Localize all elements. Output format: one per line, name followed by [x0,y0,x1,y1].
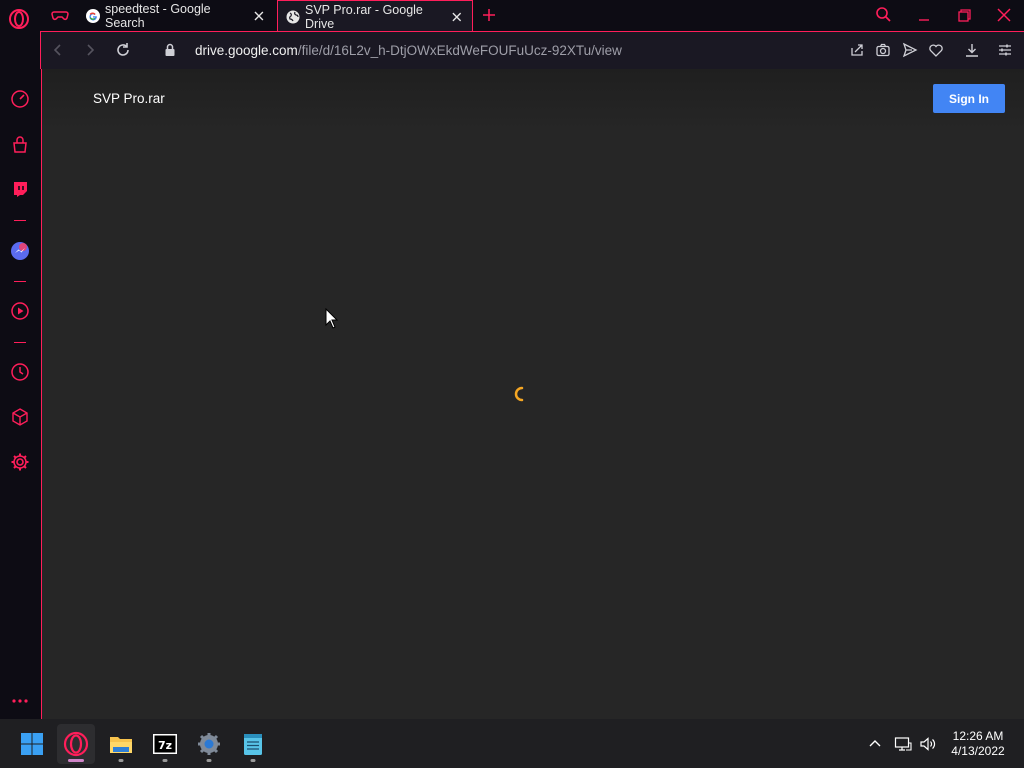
chevron-up-icon[interactable] [866,735,884,753]
tab-title: speedtest - Google Search [105,1,211,30]
shopping-bag-icon[interactable] [10,135,30,155]
globe-icon [286,10,300,23]
sidebar [0,69,40,719]
mouse-cursor-icon [325,308,339,329]
extensions-cube-icon[interactable] [10,407,30,427]
taskbar-clock[interactable]: 12:26 AM 4/13/2022 [944,729,1012,759]
taskbar: 7z 12:26 AM 4/13/2022 [0,719,1024,768]
tab-title: SVP Pro.rar - Google Drive [305,2,423,31]
taskbar-7zip[interactable]: 7z [146,724,184,764]
folder-icon [110,737,132,753]
file-title: SVP Pro.rar [93,91,165,106]
easy-setup-icon[interactable] [997,42,1013,58]
page-content: SVP Pro.rar Sign In [41,69,1024,719]
url-field[interactable]: drive.google.com/file/d/16L2v_h-DtjOWxEk… [195,43,622,58]
back-icon[interactable] [49,41,67,59]
settings-gear-icon[interactable] [10,452,30,472]
share-icon[interactable] [849,42,865,58]
messenger-icon[interactable] [10,241,30,261]
network-icon[interactable] [894,735,912,753]
restore-icon[interactable] [953,5,975,25]
clock-time: 12:26 AM [952,729,1004,743]
more-dots-icon[interactable] [10,691,30,711]
google-g-icon [86,8,100,23]
sidebar-separator [14,281,26,282]
send-icon[interactable] [902,42,918,58]
new-tab-icon[interactable] [480,6,498,24]
notepad-icon [244,734,262,755]
minimize-icon[interactable] [913,5,935,25]
taskbar-file-explorer[interactable] [102,724,140,764]
player-icon[interactable] [10,301,30,321]
taskbar-notepad[interactable] [234,724,272,764]
lock-icon[interactable] [161,41,179,59]
forward-icon[interactable] [81,41,99,59]
url-host: drive.google.com [195,43,298,58]
running-indicator [250,759,256,762]
start-button[interactable] [13,724,51,764]
clock-date: 4/13/2022 [951,744,1005,758]
opera-gx-logo-icon[interactable] [8,8,30,30]
loading-spinner-icon [514,386,524,402]
close-icon[interactable] [252,9,266,23]
running-indicator [206,759,212,762]
settings-icon [198,733,220,755]
gamepad-icon[interactable] [50,5,70,25]
screen: speedtest - Google Search SVP Pro.rar - … [0,0,1024,768]
sidebar-separator [14,220,26,221]
running-indicator [118,759,124,762]
tab-strip: speedtest - Google Search SVP Pro.rar - … [0,0,1024,32]
url-path: /file/d/16L2v_h-DtjOWxEkdWeFOUFuUcz-92XT… [297,43,622,58]
heart-icon[interactable] [928,42,944,58]
reload-icon[interactable] [114,41,132,59]
windows-logo-icon [21,733,43,755]
tab-speedtest[interactable]: speedtest - Google Search [78,0,274,31]
svg-text:7z: 7z [158,739,172,752]
close-icon[interactable] [450,10,464,24]
twitch-icon[interactable] [10,179,30,199]
speedometer-icon[interactable] [10,89,30,109]
7zip-icon: 7z [153,734,177,754]
download-icon[interactable] [964,42,980,58]
drive-header: SVP Pro.rar Sign In [42,69,1024,131]
history-clock-icon[interactable] [10,362,30,382]
camera-icon[interactable] [875,42,891,58]
search-tabs-icon[interactable] [873,5,895,25]
volume-icon[interactable] [919,735,937,753]
opera-gx-icon [63,731,89,757]
address-bar: drive.google.com/file/d/16L2v_h-DtjOWxEk… [40,31,1024,69]
sidebar-separator [14,342,26,343]
sign-in-button[interactable]: Sign In [933,84,1005,113]
running-indicator [162,759,168,762]
taskbar-settings[interactable] [190,724,228,764]
tab-google-drive[interactable]: SVP Pro.rar - Google Drive [277,0,473,32]
taskbar-opera-gx[interactable] [57,724,95,764]
close-window-icon[interactable] [993,5,1015,25]
running-indicator [68,759,84,762]
